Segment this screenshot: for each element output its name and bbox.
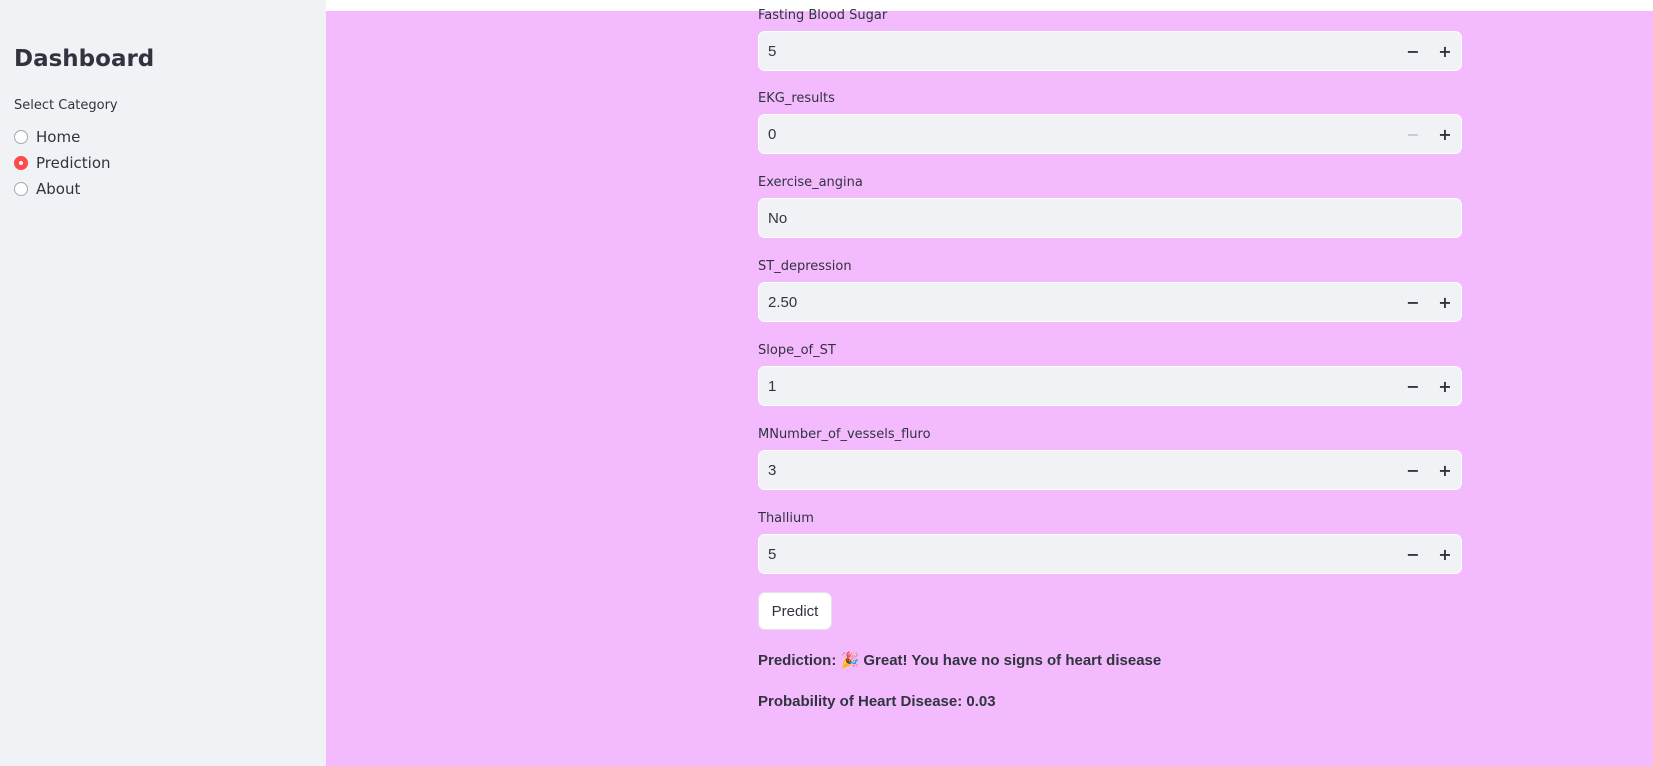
field-label: Fasting Blood Sugar xyxy=(758,8,888,23)
field-thallium: Thallium 5 − + xyxy=(758,510,1462,574)
radio-option-label: Prediction xyxy=(36,154,111,172)
minus-icon[interactable]: − xyxy=(1397,367,1429,405)
probability-result: Probability of Heart Disease: 0.03 xyxy=(758,693,996,710)
predict-button[interactable]: Predict xyxy=(758,592,832,630)
minus-icon: − xyxy=(1406,124,1420,144)
radio-option-home[interactable]: Home xyxy=(14,124,111,150)
number-input-value[interactable]: 3 xyxy=(759,462,1397,479)
plus-icon[interactable]: + xyxy=(1429,451,1461,489)
number-input[interactable]: 5 − + xyxy=(758,31,1462,71)
field-label: Exercise_angina xyxy=(758,175,863,190)
minus-icon[interactable]: − xyxy=(1397,32,1429,70)
number-input-value[interactable]: 5 xyxy=(759,546,1397,563)
number-input-value[interactable]: 2.50 xyxy=(759,294,1397,311)
number-input[interactable]: 3 − + xyxy=(758,450,1462,490)
radio-unchecked-icon[interactable] xyxy=(14,182,28,196)
radio-option-label: About xyxy=(36,180,81,198)
text-input[interactable]: No xyxy=(758,198,1462,238)
plus-icon[interactable]: + xyxy=(1429,367,1461,405)
number-input[interactable]: 1 − + xyxy=(758,366,1462,406)
sidebar-title: Dashboard xyxy=(14,46,155,72)
field-fasting-blood-sugar: Fasting Blood Sugar 5 − + xyxy=(758,7,1462,71)
field-exercise-angina: Exercise_angina No xyxy=(758,174,1462,238)
minus-icon[interactable]: − xyxy=(1397,451,1429,489)
minus-icon[interactable]: − xyxy=(1397,535,1429,573)
sidebar: Dashboard Select Category Home Predictio… xyxy=(0,0,326,766)
field-label: Slope_of_ST xyxy=(758,343,836,358)
plus-icon[interactable]: + xyxy=(1429,535,1461,573)
plus-icon[interactable]: + xyxy=(1429,283,1461,321)
radio-option-about[interactable]: About xyxy=(14,176,111,202)
number-input[interactable]: 5 − + xyxy=(758,534,1462,574)
number-input-value[interactable]: 1 xyxy=(759,378,1397,395)
number-input-value[interactable]: 5 xyxy=(759,43,1397,60)
field-label: Thallium xyxy=(758,511,814,526)
radio-option-label: Home xyxy=(36,128,81,146)
field-ekg-results: EKG_results 0 − + xyxy=(758,90,1462,154)
field-number-of-vessels-fluro: MNumber_of_vessels_fluro 3 − + xyxy=(758,426,1462,490)
plus-icon[interactable]: + xyxy=(1429,32,1461,70)
number-input[interactable]: 2.50 − + xyxy=(758,282,1462,322)
radio-option-prediction[interactable]: Prediction xyxy=(14,150,111,176)
number-input[interactable]: 0 − + xyxy=(758,114,1462,154)
field-label: MNumber_of_vessels_fluro xyxy=(758,427,931,442)
number-input-value[interactable]: 0 xyxy=(759,126,1397,143)
field-label: ST_depression xyxy=(758,259,852,274)
field-slope-of-st: Slope_of_ST 1 − + xyxy=(758,342,1462,406)
prediction-result: Prediction: 🎉 Great! You have no signs o… xyxy=(758,652,1162,669)
radio-unchecked-icon[interactable] xyxy=(14,130,28,144)
category-radio-label: Select Category xyxy=(14,98,118,113)
category-radio-group: Home Prediction About xyxy=(14,124,111,202)
radio-checked-icon[interactable] xyxy=(14,156,28,170)
text-input-value[interactable]: No xyxy=(759,210,1461,227)
minus-icon[interactable]: − xyxy=(1397,283,1429,321)
app: Dashboard Select Category Home Predictio… xyxy=(0,0,1653,766)
field-st-depression: ST_depression 2.50 − + xyxy=(758,258,1462,322)
field-label: EKG_results xyxy=(758,91,835,106)
plus-icon[interactable]: + xyxy=(1429,115,1461,153)
